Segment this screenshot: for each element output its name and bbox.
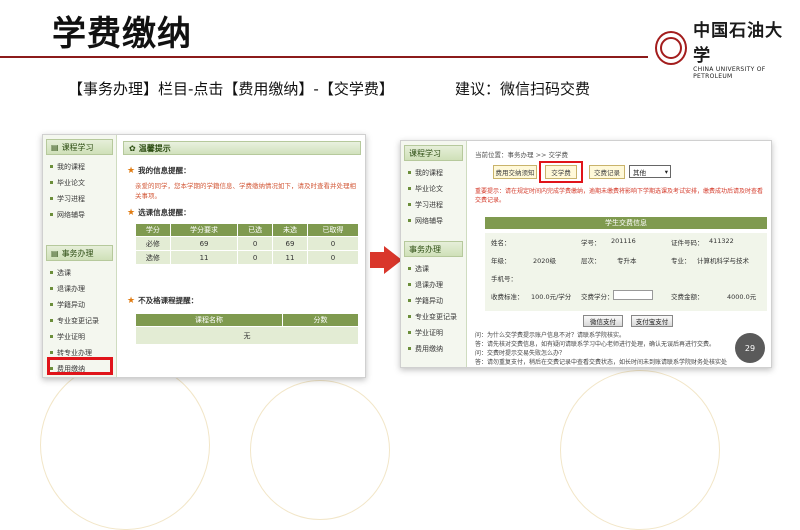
credits-label: 交费学分： xyxy=(581,293,614,301)
faq-item: 问：为什么交学费提示账户信息不对？请联系学院核实。 xyxy=(475,332,626,339)
star-icon: ★ xyxy=(127,165,136,176)
nav-item[interactable]: 毕业论文 xyxy=(43,175,116,191)
column-header: 已选 xyxy=(237,223,274,237)
gear-icon: ✿ xyxy=(129,143,136,153)
nav-section-course[interactable]: ▤ 课程学习 xyxy=(46,139,113,155)
name-label: 姓名： xyxy=(491,239,511,247)
background-arc xyxy=(40,360,210,530)
grade-label: 年级： xyxy=(491,257,511,265)
seal-icon xyxy=(655,31,688,65)
level-label: 层次： xyxy=(581,257,601,265)
fee-standard-label: 收费标准： xyxy=(491,293,524,301)
nav-item[interactable]: 专业变更记录 xyxy=(401,309,466,325)
nav-section-affairs[interactable]: 事务办理 xyxy=(404,241,463,257)
instruction-text: 【事务办理】栏目-点击【费用缴纳】-【交学费】 xyxy=(68,80,394,98)
total-value: 4000.0元 xyxy=(727,293,757,301)
credit-table: 学分 学分要求 已选 未选 已取得 必修 69 0 69 0 选修 11 0 1… xyxy=(135,223,360,265)
nav-item[interactable]: 学业证明 xyxy=(401,325,466,341)
logo-chinese-name: 中国石油大学 xyxy=(693,21,784,66)
level-value: 专升本 xyxy=(617,257,637,265)
left-sidebar: ▤ 课程学习 我的课程 毕业论文 学习进程 网络辅导 ▤ 事务办理 选课 退课办… xyxy=(43,135,117,377)
nav-item[interactable]: 学籍异动 xyxy=(43,297,116,313)
credits-input[interactable] xyxy=(613,290,653,300)
highlight-fee-payment xyxy=(47,357,113,375)
major-value: 计算机科学与技术 xyxy=(697,257,749,265)
nav-item[interactable]: 费用缴纳 xyxy=(401,341,466,357)
faq-item: 答：请勿重复支付，稍后在交费记录中查看交费状态，如长时间未到账请联系学院财务处核… xyxy=(475,359,728,366)
total-label: 交费金额： xyxy=(671,293,704,301)
nav-item[interactable]: 学习进程 xyxy=(43,191,116,207)
column-header: 分数 xyxy=(281,313,360,327)
fee-type-select[interactable]: 其他 ▾ xyxy=(629,165,671,178)
left-sidebar: 课程学习 我的课程 毕业论文 学习进程 网络辅导 事务办理 选课 退课办理 学籍… xyxy=(401,141,467,367)
chevron-down-icon: ▾ xyxy=(664,167,668,176)
panel-header-tips: ✿ 温馨提示 xyxy=(123,141,361,155)
nav-item[interactable]: 退课办理 xyxy=(401,277,466,293)
book-icon: ▤ xyxy=(51,142,59,152)
title-divider xyxy=(0,56,648,58)
tab-fee-record[interactable]: 交费记录 xyxy=(589,165,625,179)
grade-value: 2020级 xyxy=(533,257,557,265)
nav-item[interactable]: 毕业论文 xyxy=(401,181,466,197)
screenshot-portal-home: ▤ 课程学习 我的课程 毕业论文 学习进程 网络辅导 ▤ 事务办理 选课 退课办… xyxy=(42,134,366,378)
slide-title: 学费缴纳 xyxy=(52,14,192,54)
nav-item[interactable]: 选课 xyxy=(43,265,116,281)
student-info-title: 学生交费信息 xyxy=(485,217,767,229)
section-my-info: ★ 我的信息提醒： xyxy=(127,165,191,176)
background-arc xyxy=(560,370,720,530)
nav-item[interactable]: 我的课程 xyxy=(401,165,466,181)
column-header: 学分要求 xyxy=(169,223,239,237)
table-row: 选修 11 0 11 0 xyxy=(135,250,360,265)
logo-english-name: CHINA UNIVERSITY OF PETROLEUM xyxy=(693,66,766,80)
nav-item[interactable]: 学籍异动 xyxy=(401,293,466,309)
faq-item: 问：交费时提示交易失败怎么办？ xyxy=(475,350,566,357)
folder-icon: ▤ xyxy=(51,248,59,258)
major-label: 专业： xyxy=(671,257,691,265)
wechat-pay-button[interactable]: 微信支付 xyxy=(583,315,623,327)
fee-standard-value: 100.0元/学分 xyxy=(531,293,572,301)
student-id-label: 学号： xyxy=(581,239,601,247)
screenshot-fee-page: 课程学习 我的课程 毕业论文 学习进程 网络辅导 事务办理 选课 退课办理 学籍… xyxy=(400,140,772,368)
column-header: 学分 xyxy=(135,223,171,237)
failed-course-table: 课程名称 分数 无 xyxy=(135,313,360,345)
nav-item[interactable]: 网络辅导 xyxy=(401,213,466,229)
column-header: 课程名称 xyxy=(135,313,283,327)
star-icon: ★ xyxy=(127,295,136,306)
nav-item[interactable]: 选课 xyxy=(401,261,466,277)
section-course-select: ★ 选课信息提醒： xyxy=(127,207,191,218)
section-failed-courses: ★ 不及格课程提醒： xyxy=(127,295,199,306)
star-icon: ★ xyxy=(127,207,136,218)
nav-item[interactable]: 专业变更记录 xyxy=(43,313,116,329)
column-header: 未选 xyxy=(272,223,308,237)
faq-item: 答：请先核对交费信息，如有疑问请联系学习中心老师进行处理，确认无误后再进行交费。 xyxy=(475,341,716,348)
warning-notice: 重要提示：请在规定时间内完成学费缴纳，逾期未缴费将影响下学期选课及考试安排，缴费… xyxy=(475,188,764,204)
suggestion-text: 建议：微信扫码交费 xyxy=(455,80,591,98)
id-card-label: 证件号码： xyxy=(671,239,704,247)
nav-item[interactable]: 网络辅导 xyxy=(43,207,116,223)
tab-fee-notice[interactable]: 费用交纳须知 xyxy=(493,165,537,179)
id-card-value: 411322 xyxy=(709,237,734,245)
nav-item[interactable]: 学习进程 xyxy=(401,197,466,213)
table-row: 无 xyxy=(135,326,359,345)
nav-item[interactable]: 学业证明 xyxy=(43,329,116,345)
highlight-pay-tuition xyxy=(539,161,583,183)
info-notice: 亲爱的同学，您本学期的学籍信息、学费缴纳情况如下，请及时查看并处理相关事项。 xyxy=(135,182,356,200)
phone-label: 手机号： xyxy=(491,275,517,283)
column-header: 已取得 xyxy=(306,223,360,237)
table-row: 必修 69 0 69 0 xyxy=(135,236,360,251)
alipay-button[interactable]: 支付宝支付 xyxy=(631,315,673,327)
student-id-value: 201116 xyxy=(611,237,636,245)
nav-item[interactable]: 退课办理 xyxy=(43,281,116,297)
breadcrumb: 当前位置：事务办理 >> 交学费 xyxy=(475,151,569,159)
background-arc xyxy=(250,380,390,520)
nav-section-affairs[interactable]: ▤ 事务办理 xyxy=(46,245,113,261)
speed-widget[interactable]: 29 xyxy=(735,333,765,363)
nav-item[interactable]: 我的课程 xyxy=(43,159,116,175)
university-logo: 中国石油大学 CHINA UNIVERSITY OF PETROLEUM xyxy=(655,16,800,80)
faq-list: 问：为什么交学费提示账户信息不对？请联系学院核实。 答：请先核对交费信息，如有疑… xyxy=(475,331,735,367)
nav-section-course[interactable]: 课程学习 xyxy=(404,145,463,161)
